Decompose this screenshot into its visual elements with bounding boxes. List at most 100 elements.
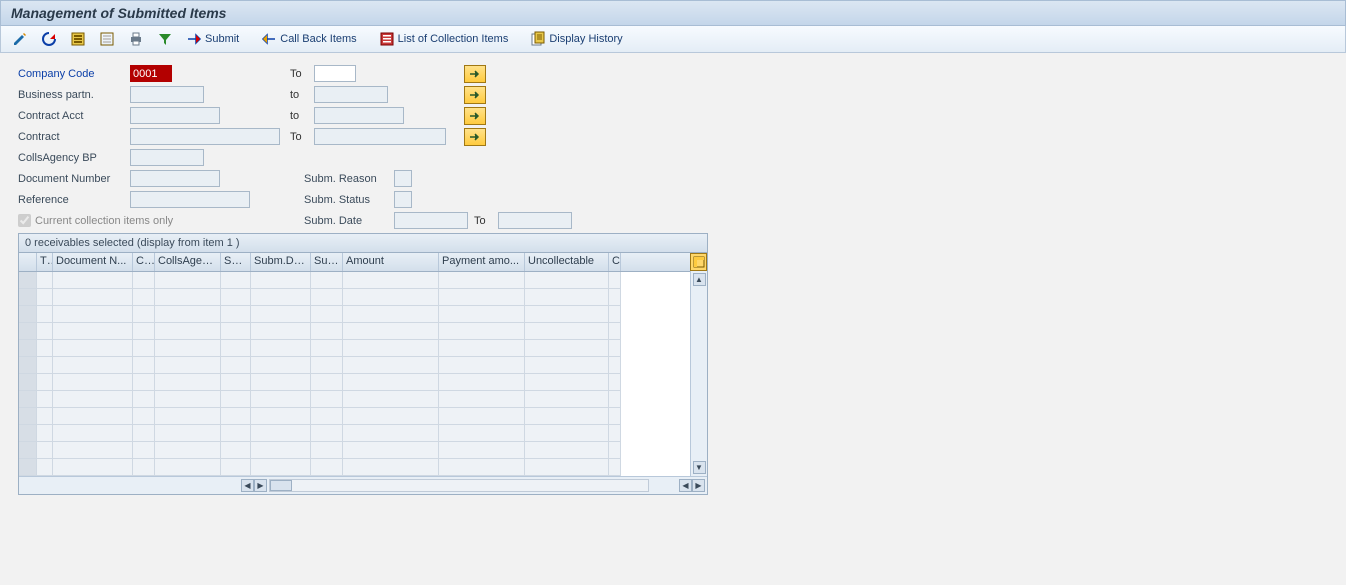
contract-to-field[interactable] (314, 128, 446, 145)
table-cell (251, 391, 311, 408)
callback-icon (261, 31, 277, 47)
subm-date-from-field[interactable] (394, 212, 468, 229)
table-cell (311, 425, 343, 442)
table-row[interactable] (19, 391, 690, 408)
table-cell (221, 459, 251, 476)
subm-status-label: Subm. Status (304, 194, 394, 206)
subm-reason-field[interactable] (394, 170, 412, 187)
table-cell (251, 374, 311, 391)
reference-field[interactable] (130, 191, 250, 208)
column-header-agency[interactable]: CollsAgenc... (155, 253, 221, 271)
table-cell[interactable] (19, 306, 37, 323)
scroll-right-button[interactable]: ▶ (254, 479, 267, 492)
scroll-down-button[interactable]: ▼ (693, 461, 706, 474)
table-cell (53, 425, 133, 442)
table-cell (53, 272, 133, 289)
table-cell[interactable] (19, 289, 37, 306)
table-cell[interactable] (19, 425, 37, 442)
table-cell[interactable] (19, 272, 37, 289)
contract-field[interactable] (130, 128, 280, 145)
table-row[interactable] (19, 323, 690, 340)
column-header-tx[interactable]: Tx (37, 253, 53, 271)
column-header-sust[interactable]: SuSt (221, 253, 251, 271)
submit-button[interactable]: Submit (181, 29, 244, 49)
scroll-right-end-button[interactable]: ▶ (692, 479, 705, 492)
table-cell (251, 442, 311, 459)
table-row[interactable] (19, 289, 690, 306)
tool-pencil-button[interactable] (7, 29, 33, 49)
table-cell[interactable] (19, 408, 37, 425)
contract-acct-multi-select-button[interactable] (464, 107, 486, 125)
table-cell (343, 323, 439, 340)
scroll-up-button[interactable]: ▲ (693, 273, 706, 286)
table-cell[interactable] (19, 391, 37, 408)
doc-number-field[interactable] (130, 170, 220, 187)
table-cell (525, 391, 609, 408)
table-cell[interactable] (19, 340, 37, 357)
column-header-sdate[interactable]: Subm.Date (251, 253, 311, 271)
table-row[interactable] (19, 459, 690, 476)
table-row[interactable] (19, 306, 690, 323)
table-cell (155, 289, 221, 306)
table-cell (439, 340, 525, 357)
table-row[interactable] (19, 442, 690, 459)
tool-filter-button[interactable] (152, 29, 178, 49)
scroll-left-end-button[interactable]: ◀ (679, 479, 692, 492)
table-cell (343, 408, 439, 425)
table-cell (53, 289, 133, 306)
scroll-thumb[interactable] (270, 480, 292, 491)
table-cell[interactable] (19, 374, 37, 391)
arrow-right-icon (469, 90, 481, 100)
table-cell[interactable] (19, 442, 37, 459)
subm-status-field[interactable] (394, 191, 412, 208)
grid-settings-button[interactable] (690, 253, 707, 271)
company-code-multi-select-button[interactable] (464, 65, 486, 83)
column-header-c[interactable]: C... (133, 253, 155, 271)
column-header-docn[interactable]: Document N... (53, 253, 133, 271)
table-row[interactable] (19, 340, 690, 357)
subm-date-to-field[interactable] (498, 212, 572, 229)
contract-acct-to-field[interactable] (314, 107, 404, 124)
list-collection-items-button[interactable]: List of Collection Items (374, 29, 514, 49)
grid-vertical-scrollbar[interactable]: ▲ ▼ (690, 271, 707, 476)
column-header-uncol[interactable]: Uncollectable (525, 253, 609, 271)
company-code-field[interactable] (130, 65, 172, 82)
business-partner-field[interactable] (130, 86, 204, 103)
contract-multi-select-button[interactable] (464, 128, 486, 146)
table-cell (133, 357, 155, 374)
application-toolbar: Submit Call Back Items List of Collectio… (0, 26, 1346, 53)
table-cell[interactable] (19, 357, 37, 374)
table-row[interactable] (19, 272, 690, 289)
tool-select-all-button[interactable] (65, 29, 91, 49)
company-code-label[interactable]: Company Code (18, 68, 130, 80)
table-cell (221, 306, 251, 323)
column-header-amount[interactable]: Amount (343, 253, 439, 271)
table-row[interactable] (19, 374, 690, 391)
business-partner-to-field[interactable] (314, 86, 388, 103)
table-cell (343, 442, 439, 459)
scroll-left-button[interactable]: ◀ (241, 479, 254, 492)
display-history-button[interactable]: Display History (525, 29, 627, 49)
tool-print-button[interactable] (123, 29, 149, 49)
column-header-pamount[interactable]: Payment amo... (439, 253, 525, 271)
tool-refresh-button[interactable] (36, 29, 62, 49)
table-row[interactable] (19, 408, 690, 425)
table-cell (133, 306, 155, 323)
table-cell[interactable] (19, 323, 37, 340)
table-cell (609, 425, 621, 442)
table-row[interactable] (19, 357, 690, 374)
call-back-items-button[interactable]: Call Back Items (256, 29, 361, 49)
business-partner-multi-select-button[interactable] (464, 86, 486, 104)
scroll-track[interactable] (269, 479, 649, 492)
table-row[interactable] (19, 425, 690, 442)
column-header-sure[interactable]: SuRe (311, 253, 343, 271)
table-cell (343, 374, 439, 391)
table-cell[interactable] (19, 459, 37, 476)
contract-acct-field[interactable] (130, 107, 220, 124)
tool-deselect-all-button[interactable] (94, 29, 120, 49)
grid-horizontal-scrollbar[interactable]: ◀ ▶ ◀ ▶ (19, 476, 707, 494)
column-header-sel[interactable] (19, 253, 37, 271)
company-code-to-field[interactable] (314, 65, 356, 82)
column-header-c2[interactable]: C (609, 253, 621, 271)
colls-agency-field[interactable] (130, 149, 204, 166)
